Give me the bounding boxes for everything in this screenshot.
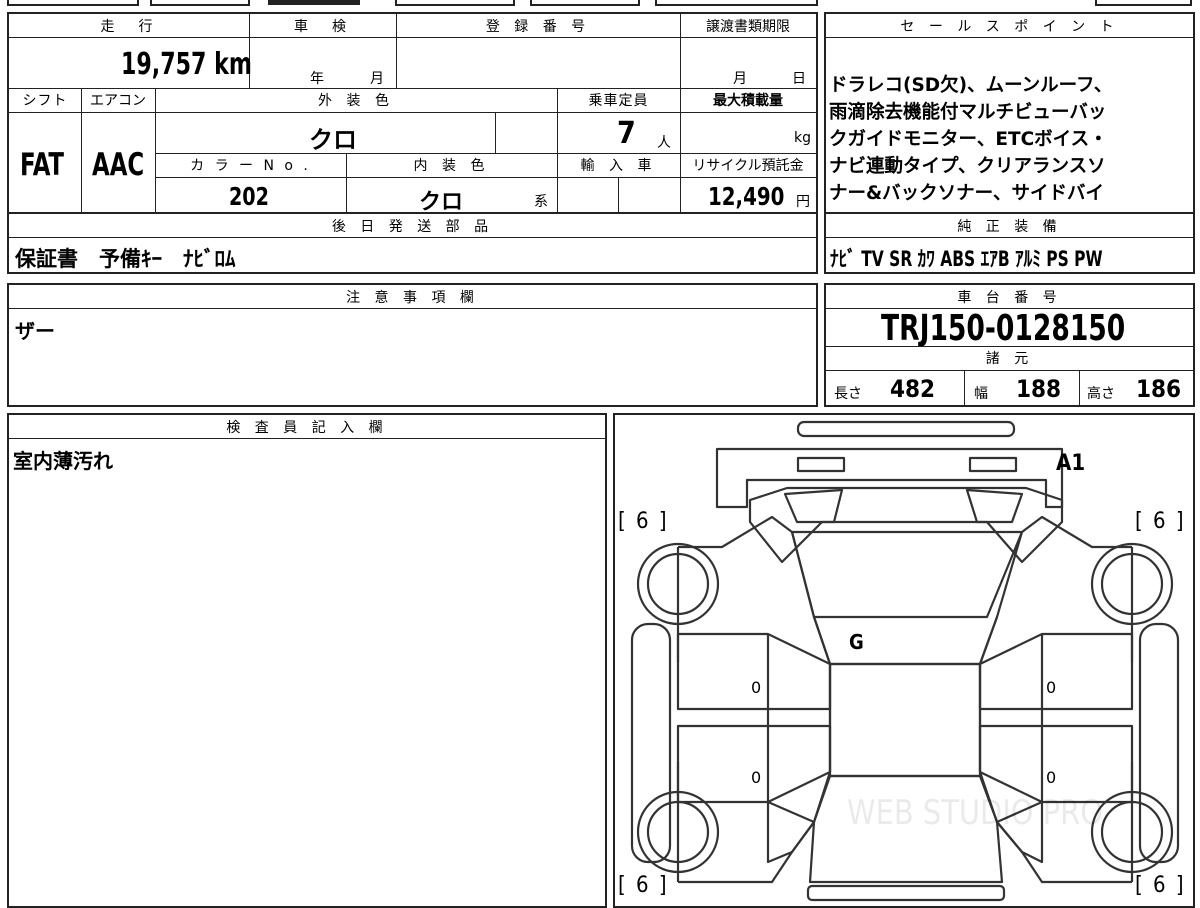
transfer-month-label: 月 — [733, 71, 747, 87]
left-rear-door — [676, 724, 832, 804]
inspector-header: 検 査 員 記 入 欄 — [226, 419, 388, 436]
tire-mark-rear-left: [ 6 ] — [618, 873, 669, 898]
color-no-header: カ ラ ー N o . — [190, 158, 311, 174]
genuine-equipment-header: 純 正 装 備 — [957, 218, 1062, 235]
sales-point-text: ドラレコ(SD欠)、ムーンルーフ、 雨滴除去機能付マルチビューバッ クガイドモニ… — [829, 72, 1191, 207]
left-rear-door-mark: 0 — [751, 768, 762, 787]
chassis-box: 車 台 番 号 TRJ150-0128150 諸 元 長さ 482 幅 188 … — [824, 283, 1195, 407]
chassis-number: TRJ150-0128150 — [881, 308, 1126, 349]
right-rear-door-mark: 0 — [1046, 768, 1057, 787]
mileage-header: 走 行 — [100, 18, 158, 35]
notes-value: ザー — [15, 319, 55, 343]
interior-color-header: 内 装 色 — [413, 158, 490, 174]
length-value: 482 — [890, 375, 936, 403]
width-value: 188 — [1016, 375, 1062, 403]
right-rear-door — [978, 724, 1134, 804]
windshield-damage-mark: G — [849, 630, 864, 654]
height-label: 高さ — [1087, 386, 1115, 402]
sales-point-line: ナビ連動タイプ、クリアランスソ — [829, 156, 1106, 177]
sales-point-header: セ ー ル ス ポ イ ン ト — [900, 18, 1119, 35]
sales-point-line: ドラレコ(SD欠)、ムーンルーフ、 — [829, 75, 1113, 96]
recycle-header: リサイクル預託金 — [692, 158, 804, 174]
later-parts-header: 後 日 発 送 部 品 — [331, 218, 494, 235]
exterior-color-header: 外 装 色 — [318, 93, 394, 109]
length-label: 長さ — [834, 386, 862, 402]
genuine-equipment-value: ﾅﾋﾞ TV SR ｶﾜ ABS ｴｱB ｱﾙﾐ PS PW — [830, 247, 1103, 271]
capacity-header: 乗車定員 — [588, 93, 649, 109]
width-label: 幅 — [974, 386, 988, 402]
top-fragment-strip — [0, 0, 1200, 8]
left-headlight — [783, 488, 844, 524]
chassis-header: 車 台 番 号 — [957, 289, 1062, 306]
aircon-value: AAC — [92, 147, 145, 183]
left-side-body — [678, 515, 832, 884]
transfer-deadline-header: 譲渡書類期限 — [706, 18, 790, 35]
color-no-value: 202 — [229, 182, 269, 211]
vehicle-info-table: 走 行 車 検 登 録 番 号 譲渡書類期限 19,757 km 年 月 月 日… — [7, 12, 818, 274]
height-value: 186 — [1136, 375, 1182, 403]
capacity-unit: 人 — [657, 135, 671, 151]
left-front-door — [676, 632, 832, 711]
max-load-unit: kg — [794, 130, 811, 146]
inspector-box: 検 査 員 記 入 欄 室内薄汚れ — [7, 413, 607, 908]
max-load-header: 最大積載量 — [713, 93, 783, 109]
import-header: 輸 入 車 — [580, 158, 657, 174]
transfer-day-label: 日 — [792, 71, 806, 87]
shift-header: シフト — [22, 93, 68, 109]
front-damage-mark: A1 — [1056, 451, 1086, 476]
recycle-unit: 円 — [796, 194, 810, 210]
front-left-light — [796, 456, 846, 473]
recycle-value: 12,490 — [708, 182, 785, 211]
right-headlight — [965, 488, 1024, 524]
interior-color-value: クロ — [419, 190, 464, 215]
sales-point-line: クガイドモニター、ETCボイス・ — [829, 129, 1108, 150]
tire-mark-front-left: [ 6 ] — [618, 509, 669, 534]
left-front-door-mark: 0 — [751, 678, 762, 697]
notes-box: 注 意 事 項 欄 ザー — [7, 283, 818, 407]
notes-header: 注 意 事 項 欄 — [346, 289, 479, 306]
windshield — [790, 530, 1024, 619]
cowl-line — [812, 616, 999, 666]
interior-color-suffix: 系 — [534, 194, 548, 210]
registration-header: 登 録 番 号 — [485, 18, 591, 35]
shift-value: FAT — [20, 147, 65, 183]
shaken-header: 車 検 — [294, 18, 351, 35]
roof — [828, 662, 982, 778]
tire-mark-rear-right: [ 6 ] — [1135, 873, 1186, 898]
specs-header: 諸 元 — [985, 351, 1034, 367]
front-right-light — [968, 456, 1018, 473]
sales-point-line: 雨滴除去機能付マルチビューバッ — [829, 102, 1107, 123]
aircon-header: エアコン — [90, 93, 146, 109]
shaken-year-label: 年 — [310, 71, 324, 87]
front-bumper — [796, 420, 1016, 438]
sales-point-line: ナー&バックソナー、サイドバイ — [829, 183, 1104, 204]
later-parts-value: 保証書 予備ｷｰ ﾅﾋﾞﾛﾑ — [15, 247, 236, 271]
exterior-color-value: クロ — [309, 126, 357, 154]
capacity-value: 7 — [617, 116, 636, 151]
sales-point-box: セ ー ル ス ポ イ ン ト ドラレコ(SD欠)、ムーンルーフ、 雨滴除去機能… — [824, 12, 1195, 274]
mileage-value: 19,757 km — [121, 47, 252, 82]
right-front-door — [978, 632, 1134, 711]
inspector-value: 室内薄汚れ — [13, 449, 113, 473]
shaken-month-label: 月 — [370, 71, 384, 87]
rear-bumper — [806, 884, 1006, 902]
watermark-text: WEB STUDIO PRO — [847, 793, 1103, 833]
right-front-door-mark: 0 — [1046, 678, 1057, 697]
tire-mark-front-right: [ 6 ] — [1135, 509, 1186, 534]
car-diagram-box: [ 6 ] [ 6 ] [ 6 ] [ 6 ] A1 G 0 0 0 0 WEB… — [613, 413, 1195, 908]
rear-quarter-left — [766, 800, 816, 864]
